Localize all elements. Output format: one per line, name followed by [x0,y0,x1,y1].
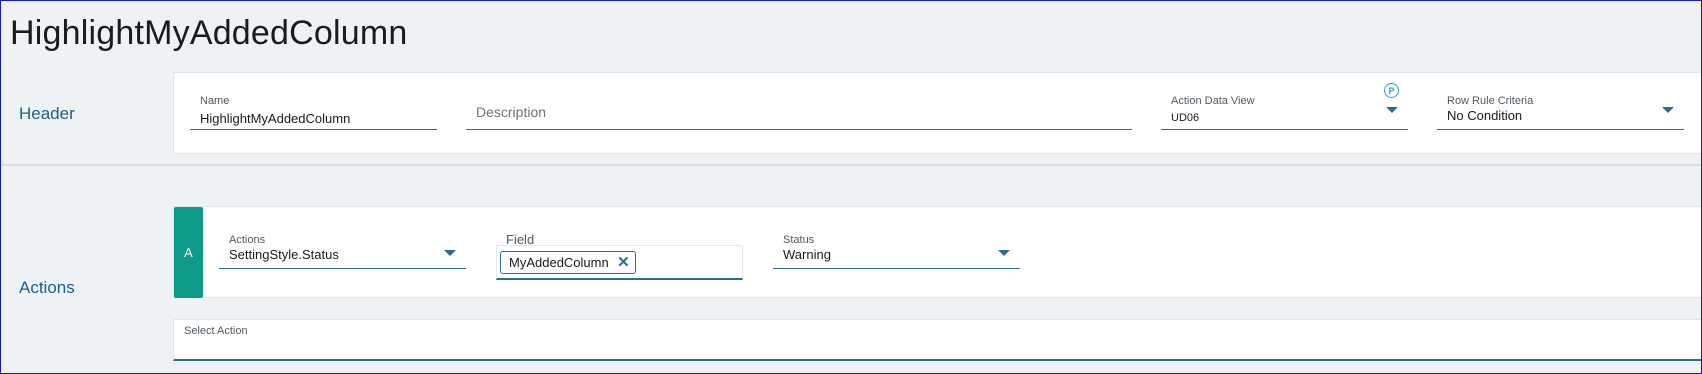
actions-underline [219,268,466,269]
select-action-label: Select Action [184,325,248,337]
status-select[interactable]: Status Warning [773,234,1020,269]
description-field[interactable]: Description [466,95,1132,130]
name-value: HighlightMyAddedColumn [200,111,351,126]
header-card: Name HighlightMyAddedColumn Description … [173,72,1702,154]
actions-label: Actions [229,234,266,246]
field-chip-label: MyAddedColumn [509,255,609,270]
field-chip[interactable]: MyAddedColumn ✕ [500,251,636,274]
row-rule-criteria-label: Row Rule Criteria [1447,95,1534,107]
action-data-view-select[interactable]: Action Data View UD06 [1161,95,1408,130]
close-icon[interactable]: ✕ [617,252,630,273]
row-rule-criteria-value: No Condition [1447,108,1523,123]
name-label: Name [200,95,230,107]
row-rule-criteria-select[interactable]: Row Rule Criteria No Condition [1437,95,1684,130]
page-title: HighlightMyAddedColumn [10,14,408,52]
section-divider [2,164,1702,166]
section-actions-label: Actions [19,278,75,297]
action-card: Actions SettingStyle.Status Status Warni… [173,206,1702,298]
row-rule-criteria-underline [1437,129,1684,130]
status-label: Status [783,234,815,246]
chevron-down-icon[interactable] [1662,107,1674,113]
actions-value: SettingStyle.Status [229,247,339,262]
description-underline [466,129,1132,130]
status-underline [773,268,1020,269]
section-header-label: Header [19,104,75,123]
actions-select[interactable]: Actions SettingStyle.Status [219,234,466,269]
chevron-down-icon[interactable] [444,250,456,256]
action-tab-a[interactable]: A [174,207,203,298]
action-data-view-value: UD06 [1171,112,1200,124]
description-placeholder: Description [476,104,547,120]
chevron-down-icon[interactable] [998,250,1010,256]
name-field[interactable]: Name HighlightMyAddedColumn [190,95,437,130]
window-frame [0,0,1702,374]
name-underline [190,129,437,130]
status-value: Warning [783,247,831,262]
action-data-view-label: Action Data View [1171,95,1255,107]
p-info-icon[interactable]: P [1384,83,1399,98]
chevron-down-icon[interactable] [1386,107,1398,113]
action-data-view-underline [1161,129,1408,130]
select-action-field[interactable] [173,319,1702,361]
